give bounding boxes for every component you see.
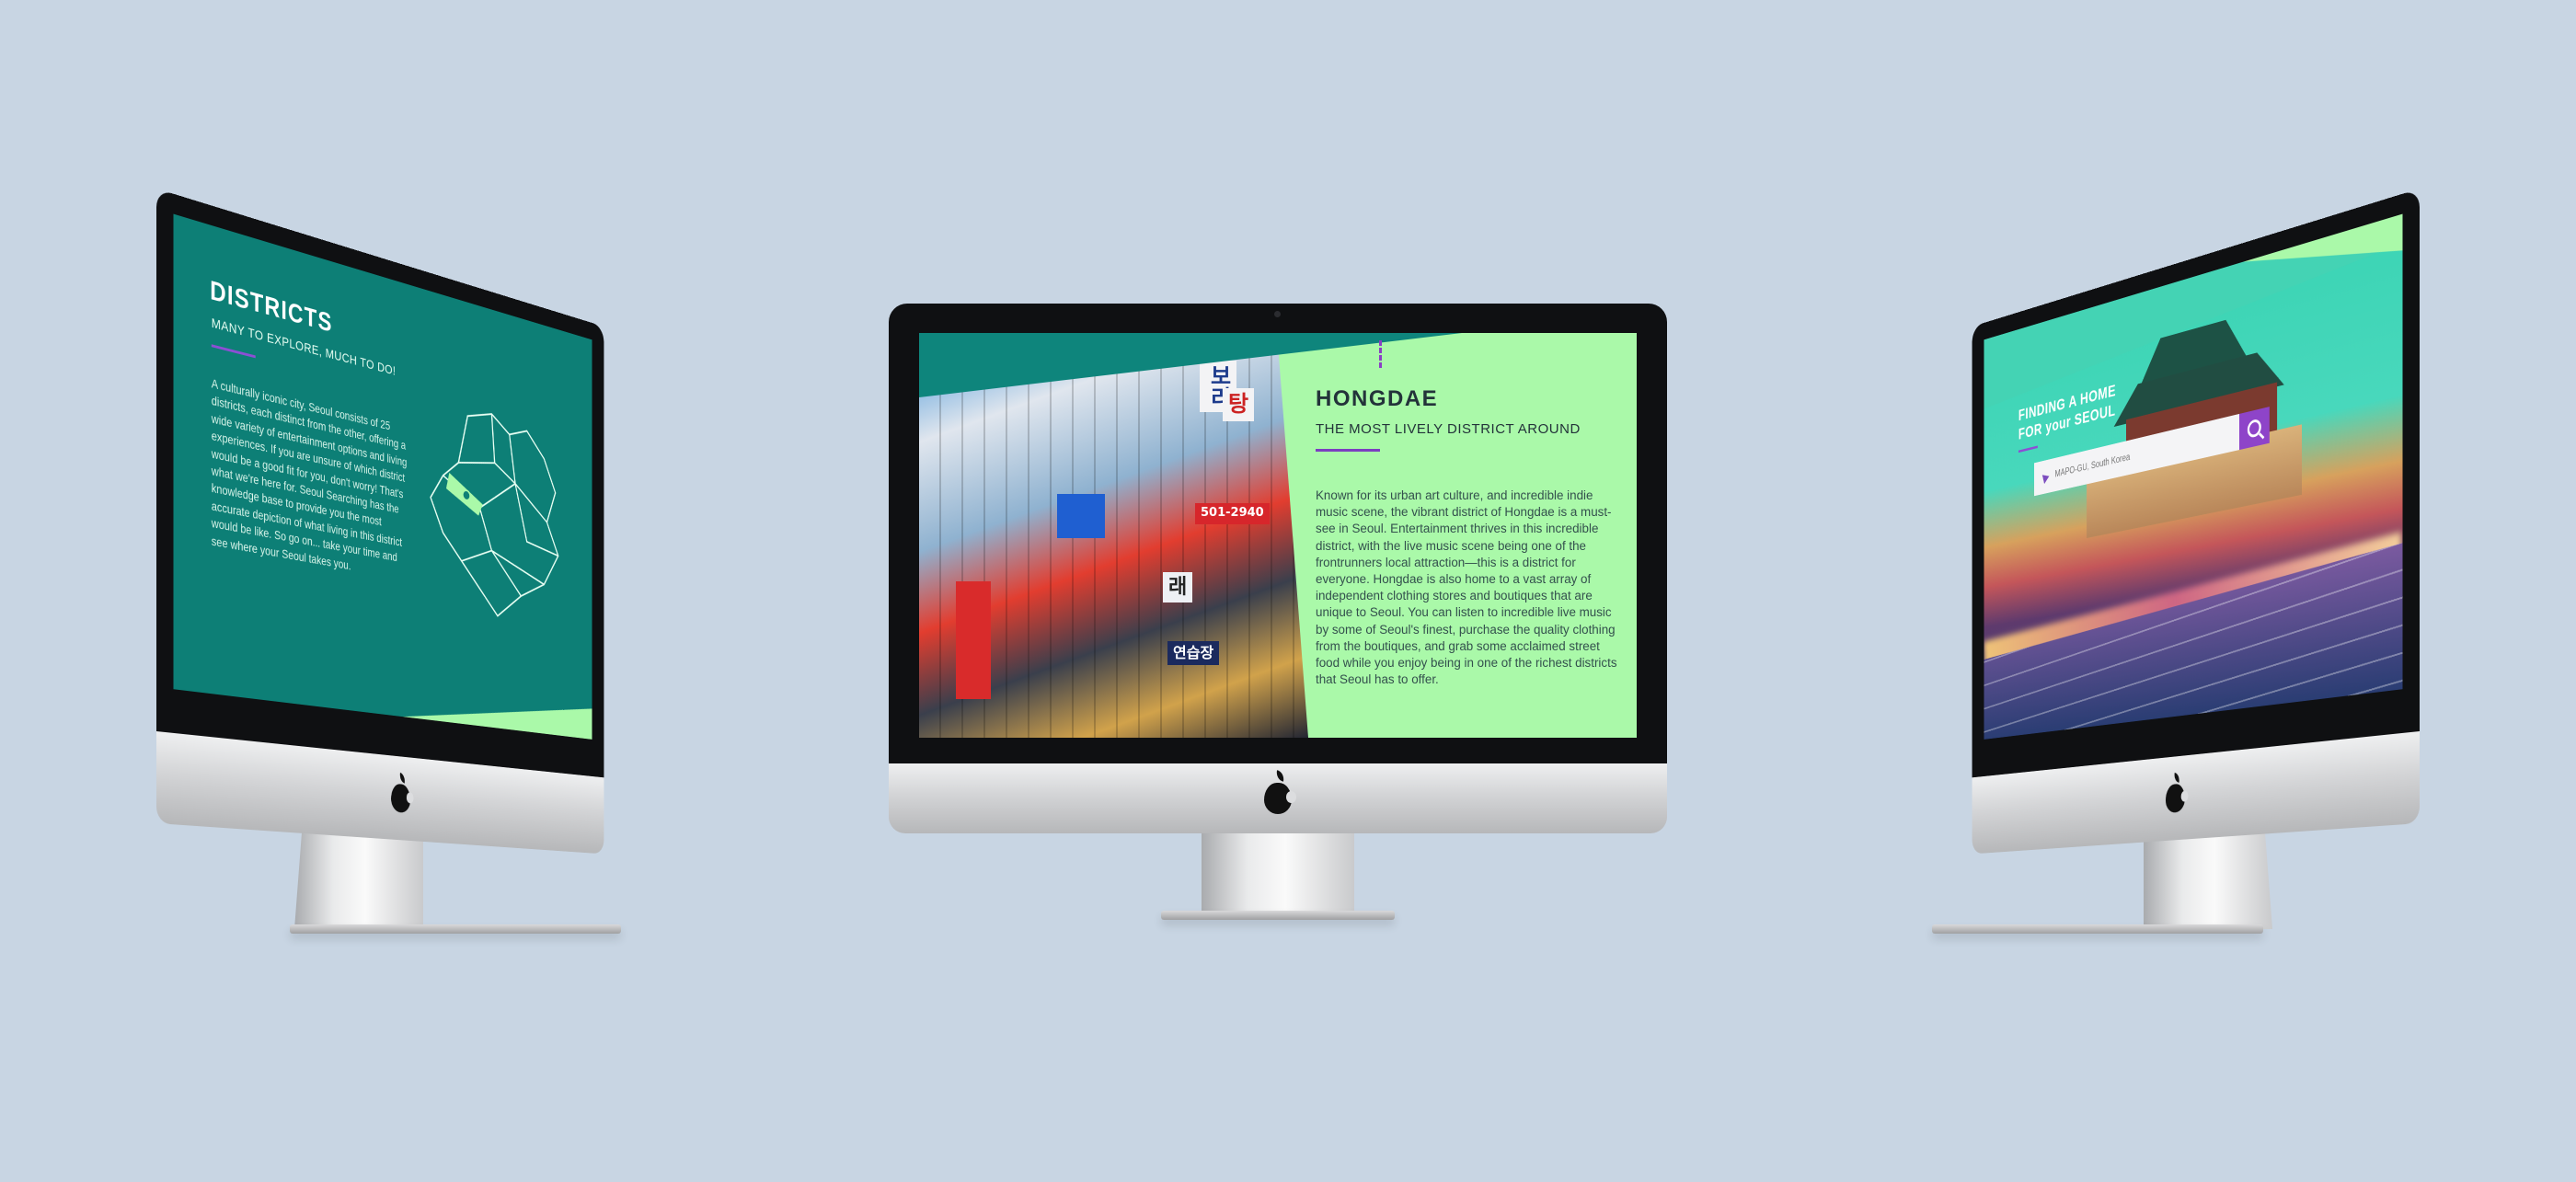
page-subtitle: THE MOST LIVELY DISTRICT AROUND: [1316, 421, 1581, 437]
camera: [1274, 311, 1281, 317]
photo-sign-block: [1057, 494, 1105, 538]
apple-logo-icon: [1264, 783, 1292, 814]
location-pin-icon: [2040, 471, 2049, 484]
search-icon: [2248, 419, 2261, 439]
imac-center-chin: [889, 763, 1667, 833]
seoul-districts-map[interactable]: [424, 388, 567, 635]
hongdae-screen: 보리 탕 501-2940 래 연습장 HONGDAE THE MOST LIV…: [919, 333, 1637, 738]
hero-title: FINDING A HOME FOR your SEOUL: [2018, 382, 2116, 445]
photo-sign: 501-2940: [1195, 503, 1270, 524]
page-title: HONGDAE: [1316, 386, 1438, 412]
imac-left-foot: [290, 924, 621, 934]
hongdae-street-photo: 보리 탕 501-2940 래 연습장: [919, 333, 1308, 738]
home-search-screen: FINDING A HOME FOR your SEOUL: [1984, 214, 2403, 740]
dashed-divider: [1379, 340, 1382, 368]
imac-center-foot: [1161, 911, 1395, 920]
photo-sign: 연습장: [1167, 641, 1219, 665]
districts-description: A culturally iconic city, Seoul consists…: [212, 375, 412, 585]
search-button[interactable]: [2239, 407, 2270, 450]
apple-logo-icon: [2166, 783, 2185, 813]
imac-center-stand: [1202, 833, 1354, 914]
imac-right: FINDING A HOME FOR your SEOUL: [1776, 189, 2420, 952]
photo-sign: 래: [1163, 572, 1192, 602]
imac-left: DISTRICTS MANY TO EXPLORE, MUCH TO DO! A…: [156, 189, 800, 952]
title-underline: [1316, 449, 1380, 452]
photo-sign: 탕: [1223, 388, 1254, 421]
location-pin-icon: [463, 489, 470, 500]
apple-logo-icon: [391, 783, 410, 813]
photo-sign-block: [956, 581, 991, 699]
hongdae-description: Known for its urban art culture, and inc…: [1316, 488, 1619, 688]
title-underline: [212, 344, 256, 358]
imac-center: 보리 탕 501-2940 래 연습장 HONGDAE THE MOST LIV…: [889, 304, 1667, 929]
title-underline: [2018, 445, 2038, 453]
districts-screen: DISTRICTS MANY TO EXPLORE, MUCH TO DO! A…: [174, 214, 592, 740]
imac-right-foot: [1932, 924, 2263, 934]
